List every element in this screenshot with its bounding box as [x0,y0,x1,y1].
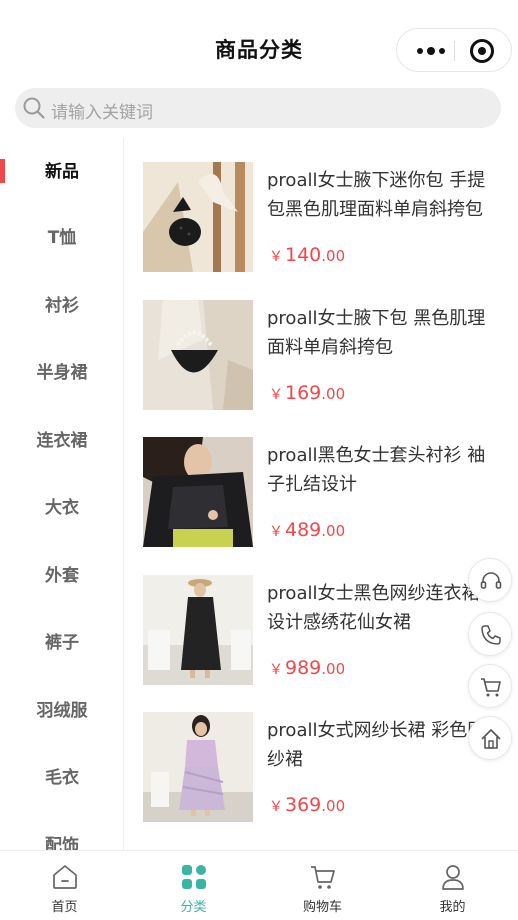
product-image[interactable] [143,712,253,822]
phone-button[interactable] [468,612,512,656]
price-decimal: .00 [321,660,346,678]
product-card[interactable]: proall女士腋下包 黑色肌理面料单肩斜挎包 ￥ 169.00 [143,276,513,410]
cart-icon [311,866,335,889]
category-item-tshirt[interactable]: T恤 [0,204,123,272]
home-icon [53,865,77,889]
price-decimal: .00 [321,385,346,403]
category-icon [182,865,206,889]
capsule-divider [454,41,455,61]
tab-profile[interactable]: 我的 [388,851,517,920]
price-currency: ￥ [269,524,283,540]
tab-cart[interactable]: 购物车 [258,851,387,920]
tab-home[interactable]: 首页 [0,851,129,920]
product-image[interactable] [143,162,253,272]
price-integer: 369 [285,794,322,816]
category-item-jacket[interactable]: 外套 [0,542,123,610]
tab-home-label: 首页 [51,900,78,915]
price-integer: 140 [285,244,322,266]
product-card[interactable]: proall女士黑色网纱连衣裙 设计感绣花仙女裙 ￥ 989.00 [143,551,513,685]
product-price: ￥ 989.00 [269,657,345,679]
price-currency: ￥ [269,799,283,815]
product-name: proall女式网纱长裙 彩色网纱裙 [267,720,486,770]
tab-profile-label: 我的 [439,900,466,915]
product-name: proall女士腋下迷你包 手提包黑色肌理面料单肩斜挎包 [267,170,486,220]
category-sidebar: 新品 T恤 衬衫 半身裙 连衣裙 大衣 外套 裤子 羽绒服 毛衣 配饰 [0,138,124,850]
category-item-sweater[interactable]: 毛衣 [0,744,123,812]
tab-category[interactable]: 分类 [129,851,258,920]
cart-shortcut-button[interactable] [468,664,512,708]
tab-bar: 首页 分类 购物车 我的 [0,850,518,920]
phone-icon [481,625,501,645]
category-item-pants[interactable]: 裤子 [0,609,123,677]
category-item-shirt[interactable]: 衬衫 [0,272,123,340]
price-decimal: .00 [321,247,346,265]
product-name: proall女士黑色网纱连衣裙 设计感绣花仙女裙 [267,583,480,633]
product-card[interactable]: proall黑色女士套头衬衫 袖子扎结设计 ￥ 489.00 [143,413,513,547]
category-item-dress[interactable]: 连衣裙 [0,407,123,475]
cart-icon [481,678,501,697]
category-item-new[interactable]: 新品 [0,138,123,206]
category-item-down-jacket[interactable]: 羽绒服 [0,677,123,745]
customer-service-button[interactable] [468,558,512,602]
mini-program-capsule [396,28,512,72]
nav-header: 商品分类 [0,0,518,88]
tab-cart-label: 购物车 [302,900,342,915]
product-price: ￥ 489.00 [269,519,345,541]
user-icon [442,865,464,890]
product-price: ￥ 169.00 [269,382,345,404]
price-currency: ￥ [269,387,283,403]
search-input[interactable]: 请输入关键词 [51,98,153,123]
price-decimal: .00 [321,522,346,540]
more-options-icon[interactable] [413,41,449,61]
search-icon [23,97,45,119]
product-image[interactable] [143,575,253,685]
search-bar[interactable]: 请输入关键词 [15,88,501,128]
tab-category-label: 分类 [180,900,207,915]
headset-icon [480,572,502,589]
close-target-icon[interactable] [470,39,494,63]
product-list: proall女士腋下迷你包 手提包黑色肌理面料单肩斜挎包 ￥ 140.00 pro… [125,138,518,850]
product-card[interactable]: proall女式网纱长裙 彩色网纱裙 ￥ 369.00 [143,688,513,822]
category-item-skirt[interactable]: 半身裙 [0,339,123,407]
product-name: proall黑色女士套头衬衫 袖子扎结设计 [267,445,486,495]
category-item-coat[interactable]: 大衣 [0,474,123,542]
price-decimal: .00 [321,797,346,815]
price-currency: ￥ [269,662,283,678]
home-icon [481,729,501,749]
product-price: ￥ 369.00 [269,794,345,816]
product-card[interactable]: proall女士腋下迷你包 手提包黑色肌理面料单肩斜挎包 ￥ 140.00 [143,138,513,272]
product-name: proall女士腋下包 黑色肌理面料单肩斜挎包 [267,308,486,358]
price-integer: 489 [285,519,322,541]
price-currency: ￥ [269,249,283,265]
product-image[interactable] [143,300,253,410]
product-price: ￥ 140.00 [269,244,345,266]
price-integer: 169 [285,382,322,404]
home-shortcut-button[interactable] [468,716,512,760]
category-item-accessories[interactable]: 配饰 [0,812,123,850]
product-image[interactable] [143,437,253,547]
price-integer: 989 [285,657,322,679]
